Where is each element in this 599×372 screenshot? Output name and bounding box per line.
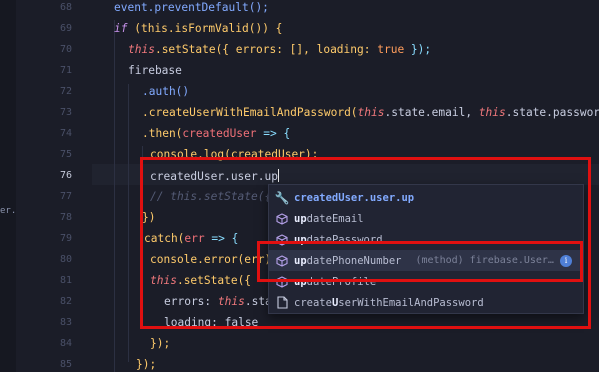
code-token: createdUser xyxy=(182,127,257,140)
highlight-box-inner xyxy=(257,241,583,282)
line-number: 69 xyxy=(59,23,72,34)
keyword-token: if xyxy=(114,22,128,35)
code-token: }); xyxy=(150,337,171,350)
line-number: 84 xyxy=(59,338,72,349)
code-token: .then( xyxy=(142,127,183,140)
line-number: 78 xyxy=(59,212,72,223)
code-line-85: }); xyxy=(136,358,156,371)
line-number: 75 xyxy=(59,149,72,160)
code-line-84: }); xyxy=(150,337,170,350)
this-token: this xyxy=(128,43,155,56)
code-token: firebase xyxy=(128,64,182,77)
code-line-68: event.preventDefault(); xyxy=(114,1,269,14)
line-number: 79 xyxy=(59,233,72,244)
code-line-72: .auth() xyxy=(142,85,189,98)
boolean-token: true xyxy=(377,43,405,56)
code-token: => { xyxy=(256,127,291,140)
code-token: event.preventDefault(); xyxy=(114,1,269,14)
line-number: 74 xyxy=(59,128,72,139)
line-number: 80 xyxy=(59,254,72,265)
line-number-active: 76 xyxy=(59,170,72,181)
indent-guide xyxy=(128,84,129,362)
code-token: .createUserWithEmailAndPassword( xyxy=(142,106,358,119)
explorer-panel: er.js xyxy=(0,0,27,372)
code-token: .state.email, xyxy=(384,106,479,119)
line-number: 83 xyxy=(59,317,72,328)
line-number: 70 xyxy=(59,44,72,55)
line-number: 73 xyxy=(59,107,72,118)
code-line-69: if (this.isFormValid()) { xyxy=(114,22,282,35)
code-line-74: .then(createdUser => { xyxy=(142,127,290,140)
line-number: 68 xyxy=(59,2,72,13)
line-number: 77 xyxy=(59,191,72,202)
line-number: 81 xyxy=(59,275,72,286)
this-token: this xyxy=(478,106,506,119)
indent-guide xyxy=(114,20,115,372)
line-number: 85 xyxy=(59,359,72,370)
line-number: 72 xyxy=(59,86,72,97)
code-token: (this.isFormValid()) { xyxy=(134,22,283,35)
code-line-73: .createUserWithEmailAndPassword(this.sta… xyxy=(142,106,599,119)
code-token: .state.password) xyxy=(505,106,599,119)
line-number: 82 xyxy=(59,296,72,307)
code-line-70: this.setState({ errors: [], loading: tru… xyxy=(128,43,431,56)
code-token: }); xyxy=(136,358,157,371)
code-line-71: firebase xyxy=(128,64,182,77)
code-token: }); xyxy=(404,43,432,56)
code-token: .auth() xyxy=(142,85,190,98)
line-number: 71 xyxy=(59,65,72,76)
this-token: this xyxy=(357,106,385,119)
code-token: .setState({ errors: [], loading: xyxy=(154,43,378,56)
